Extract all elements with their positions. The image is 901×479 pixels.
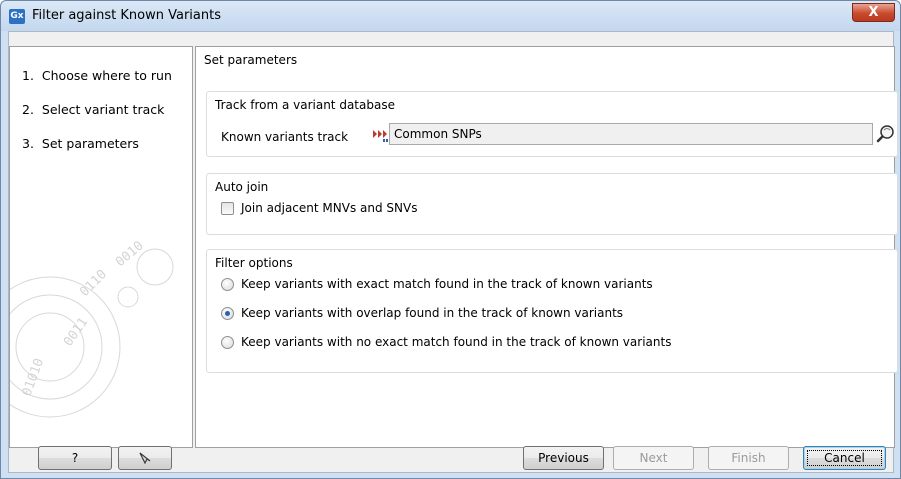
radio-exact-match[interactable]: [221, 278, 234, 291]
option-overlap-label[interactable]: Keep variants with overlap found in the …: [241, 306, 623, 320]
svg-text:0010: 0010: [113, 238, 147, 270]
auto-join-group: Auto join Join adjacent MNVs and SNVs: [206, 173, 898, 235]
help-button[interactable]: ?: [38, 446, 112, 470]
dialog-body: 1. Choose where to run 2. Select variant…: [8, 31, 898, 473]
dialog-window: Gx Filter against Known Variants X 1. Ch…: [0, 0, 901, 479]
filter-options-group: Filter options Keep variants with exact …: [206, 249, 898, 373]
close-button[interactable]: X: [852, 3, 895, 22]
group-title: Track from a variant database: [215, 98, 395, 112]
focus-ring: [807, 450, 882, 466]
option-exact-match-label[interactable]: Keep variants with exact match found in …: [241, 277, 653, 291]
step-number: 2.: [22, 102, 34, 117]
step-label: Set parameters: [41, 136, 139, 151]
window-title: Filter against Known Variants: [32, 8, 221, 23]
section-heading: Set parameters: [204, 53, 298, 67]
track-database-group: Track from a variant database Known vari…: [206, 91, 898, 157]
decorative-watermark: 0110 0011 01010 0010: [10, 238, 174, 418]
radio-no-exact-match[interactable]: [221, 336, 234, 349]
step-select-variant-track: 2. Select variant track: [22, 102, 164, 117]
radio-overlap[interactable]: [221, 307, 234, 320]
app-icon: Gx: [9, 9, 25, 24]
known-variants-label: Known variants track: [221, 130, 349, 144]
step-label: Select variant track: [41, 102, 165, 117]
step-label: Choose where to run: [41, 68, 172, 83]
reset-button[interactable]: [118, 446, 172, 470]
join-adjacent-label[interactable]: Join adjacent MNVs and SNVs: [241, 201, 417, 215]
join-adjacent-checkbox[interactable]: [221, 202, 234, 215]
title-bar[interactable]: Gx Filter against Known Variants X: [1, 1, 900, 31]
group-title: Auto join: [215, 180, 269, 194]
previous-button[interactable]: Previous: [523, 446, 604, 470]
option-no-exact-match-label[interactable]: Keep variants with no exact match found …: [241, 335, 671, 349]
step-choose-where-to-run: 1. Choose where to run: [22, 68, 172, 83]
cancel-button[interactable]: Cancel: [803, 446, 886, 470]
next-button[interactable]: Next: [613, 446, 694, 470]
parameters-panel: Set parameters Track from a variant data…: [195, 46, 898, 448]
svg-text:0110: 0110: [77, 267, 110, 300]
known-variants-track-field[interactable]: [389, 123, 873, 145]
step-set-parameters: 3. Set parameters: [22, 136, 139, 151]
steps-sidebar: 1. Choose where to run 2. Select variant…: [9, 46, 193, 448]
step-number: 3.: [22, 136, 34, 151]
svg-text:01010: 01010: [20, 356, 47, 398]
step-number: 1.: [22, 68, 34, 83]
reset-arrow-icon: [139, 452, 151, 465]
browse-magnifier-icon[interactable]: [875, 123, 897, 145]
finish-button[interactable]: Finish: [708, 446, 789, 470]
group-title: Filter options: [215, 256, 293, 270]
svg-text:0011: 0011: [61, 315, 91, 349]
